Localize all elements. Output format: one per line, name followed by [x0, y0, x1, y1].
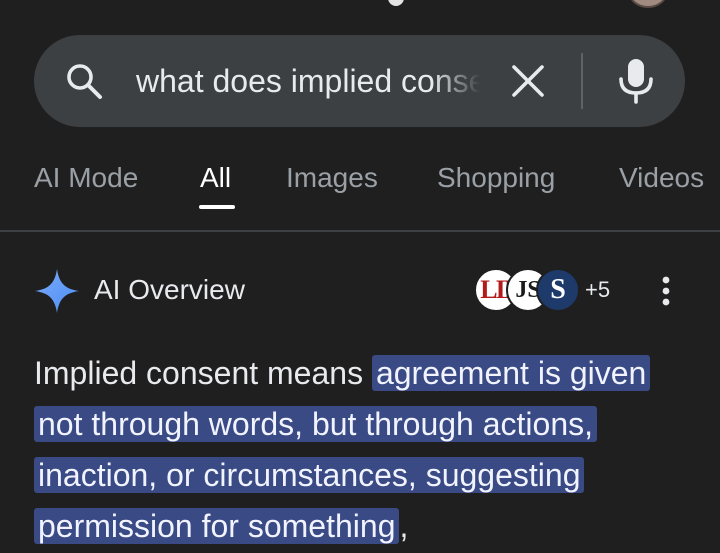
tabs-divider — [0, 230, 720, 232]
search-tabs: AI Mode All Images Shopping Videos — [0, 150, 720, 210]
active-tab-indicator — [199, 205, 235, 209]
close-icon[interactable] — [510, 63, 546, 99]
top-bar — [0, 0, 720, 10]
tab-images[interactable]: Images — [286, 160, 378, 196]
search-input[interactable]: what does implied consent mean — [136, 57, 480, 105]
source-avatars[interactable]: LII JS S — [474, 266, 584, 316]
answer-lead: Implied consent means — [34, 355, 372, 391]
avatar[interactable] — [628, 0, 668, 8]
more-vert-icon[interactable] — [656, 274, 676, 308]
source-logo-s[interactable]: S — [536, 268, 580, 312]
search-divider — [581, 53, 583, 109]
search-bar[interactable]: what does implied consent mean — [34, 35, 685, 127]
ai-overview-header: AI Overview LII JS S +5 — [0, 262, 720, 320]
tab-videos[interactable]: Videos — [619, 160, 704, 196]
ai-overview-title: AI Overview — [94, 274, 245, 305]
status-dot — [388, 0, 404, 6]
answer-trail: , — [399, 508, 409, 544]
tab-all[interactable]: All — [200, 160, 231, 196]
tab-ai-mode[interactable]: AI Mode — [34, 160, 138, 196]
mic-icon[interactable] — [616, 57, 656, 105]
search-results-page: what does implied consent mean AI Mode A… — [0, 0, 720, 553]
search-icon[interactable] — [64, 61, 104, 101]
ai-overview-answer: Implied consent means agreement is given… — [34, 348, 674, 552]
tab-shopping[interactable]: Shopping — [437, 160, 555, 196]
more-sources-count[interactable]: +5 — [585, 276, 610, 304]
sparkle-icon — [35, 269, 79, 313]
